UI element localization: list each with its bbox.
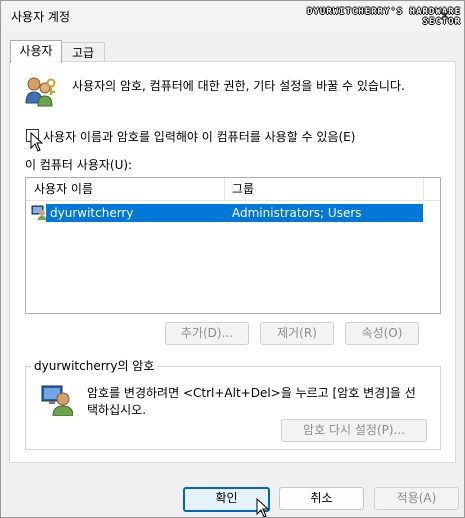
password-description-line1: 암호를 변경하려면 <Ctrl+Alt+Del>을 누르고 [암호 변경]을 선	[87, 386, 416, 400]
apply-button[interactable]: 적용(A)	[374, 487, 459, 510]
users-list-header: 사용자 이름 그룹	[26, 178, 440, 201]
tab-users[interactable]: 사용자	[10, 40, 62, 63]
column-divider[interactable]	[423, 178, 424, 200]
user-accounts-dialog: 사용자 계정 DYURWITCHERRY'S HARDWARE SECTOR ✕…	[0, 0, 465, 518]
add-user-button[interactable]: 추가(D)...	[165, 322, 249, 345]
cell-username: dyurwitcherry	[50, 206, 134, 220]
title-bar[interactable]: 사용자 계정 DYURWITCHERRY'S HARDWARE SECTOR ✕	[1, 1, 464, 31]
user-password-icon	[41, 385, 73, 416]
tab-advanced[interactable]: 고급	[61, 42, 105, 63]
remove-user-button[interactable]: 제거(R)	[260, 322, 334, 345]
mouse-pointer-icon	[256, 498, 270, 518]
intro-text: 사용자의 암호, 컴퓨터에 대한 권한, 기타 설정을 바꿀 수 있습니다.	[72, 79, 405, 93]
window-title: 사용자 계정	[11, 10, 71, 24]
table-row[interactable]: dyurwitcherry Administrators; Users	[46, 204, 423, 222]
password-description-line2: 택하십시오.	[87, 403, 147, 417]
properties-button[interactable]: 속성(O)	[345, 322, 419, 345]
tab-users-label: 사용자	[19, 44, 53, 58]
column-header-username[interactable]: 사용자 이름	[34, 178, 93, 200]
column-divider[interactable]	[224, 178, 225, 200]
users-key-icon	[25, 77, 56, 107]
require-login-label[interactable]: 사용자 이름과 암호를 입력해야 이 컴퓨터를 사용할 수 있음(E)	[43, 128, 355, 145]
password-group-title: dyurwitcherry의 암호	[31, 357, 158, 374]
users-list-label: 이 컴퓨터 사용자(U):	[25, 158, 133, 172]
tab-advanced-label: 고급	[71, 46, 95, 60]
cancel-button[interactable]: 취소	[279, 487, 364, 510]
reset-password-button[interactable]: 암호 다시 설정(P)...	[281, 419, 427, 442]
cell-groups: Administrators; Users	[232, 206, 362, 220]
column-header-group[interactable]: 그룹	[232, 178, 254, 200]
close-icon[interactable]: ✕	[426, 1, 464, 31]
users-list[interactable]: 사용자 이름 그룹 dyurwitcherry Administrators; …	[25, 177, 441, 314]
mouse-pointer-icon	[30, 132, 44, 152]
user-icon	[31, 205, 46, 220]
